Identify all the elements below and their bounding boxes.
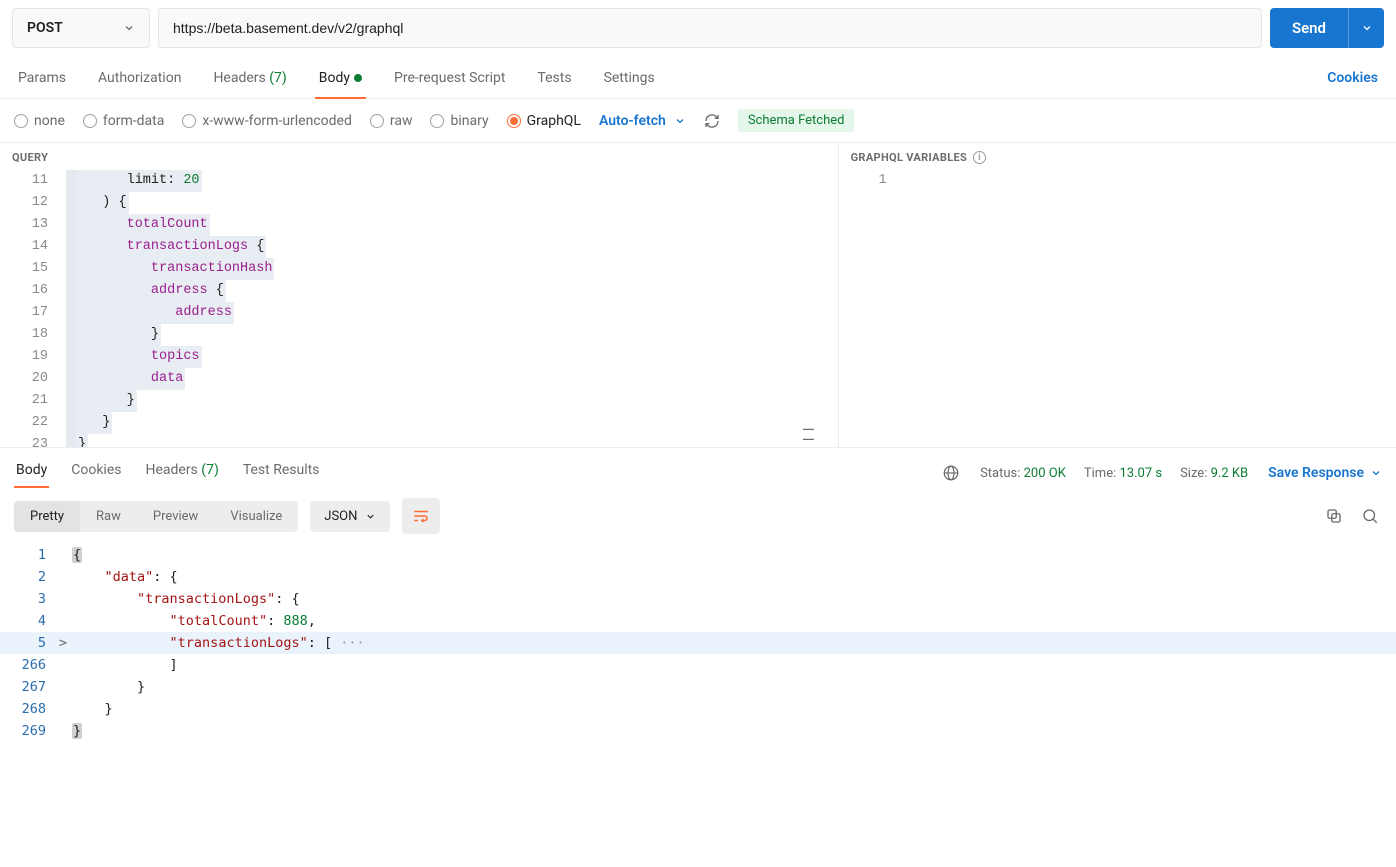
wrap-lines-button[interactable] <box>402 498 440 534</box>
body-type-binary[interactable]: binary <box>430 113 488 129</box>
graphql-editor-wrap: QUERY 11121314151617181920212223 limit: … <box>0 143 1396 448</box>
schema-fetched-badge: Schema Fetched <box>738 109 855 132</box>
body-type-urlencoded[interactable]: x-www-form-urlencoded <box>182 113 352 129</box>
http-method-value: POST <box>27 20 63 36</box>
http-method-select[interactable]: POST <box>12 8 150 48</box>
response-lang-select[interactable]: JSON <box>310 501 390 532</box>
autofetch-toggle[interactable]: Auto-fetch <box>599 113 686 129</box>
size-value: 9.2 KB <box>1211 466 1249 481</box>
send-dropdown-button[interactable] <box>1348 8 1384 48</box>
tab-body-label: Body <box>319 70 350 86</box>
resp-tab-body[interactable]: Body <box>14 458 49 488</box>
variables-pane-title: GRAPHQL VARIABLES <box>851 151 968 164</box>
chevron-down-icon <box>123 22 135 34</box>
request-url-input[interactable] <box>158 8 1262 48</box>
response-tabs: Body Cookies Headers (7) Test Results St… <box>0 448 1396 488</box>
variables-editor[interactable]: 1 <box>839 170 1396 447</box>
view-pretty[interactable]: Pretty <box>14 501 80 532</box>
query-editor[interactable]: 11121314151617181920212223 limit: 20 ) {… <box>0 170 838 447</box>
resp-tab-headers[interactable]: Headers (7) <box>143 458 220 488</box>
send-button-label: Send <box>1270 19 1348 37</box>
chevron-down-icon <box>365 511 376 522</box>
query-pane-title: QUERY <box>0 143 838 170</box>
body-modified-dot <box>354 74 362 82</box>
view-preview[interactable]: Preview <box>137 501 214 532</box>
tab-tests[interactable]: Tests <box>533 60 575 98</box>
send-button[interactable]: Send <box>1270 8 1384 48</box>
tab-body[interactable]: Body <box>315 60 366 98</box>
response-view-segment: Pretty Raw Preview Visualize <box>14 501 298 532</box>
tab-headers[interactable]: Headers (7) <box>209 60 290 98</box>
body-type-raw[interactable]: raw <box>370 113 413 129</box>
tab-settings[interactable]: Settings <box>600 60 659 98</box>
tab-headers-label: Headers <box>213 70 265 86</box>
tab-headers-count: (7) <box>269 70 287 86</box>
body-type-none[interactable]: none <box>14 113 65 129</box>
resp-tab-test-results[interactable]: Test Results <box>241 458 322 488</box>
request-bar: POST Send <box>0 0 1396 56</box>
body-type-graphql[interactable]: GraphQL <box>507 113 581 129</box>
query-pane: QUERY 11121314151617181920212223 limit: … <box>0 143 838 447</box>
save-response-button[interactable]: Save Response <box>1268 465 1382 481</box>
response-format-row: Pretty Raw Preview Visualize JSON <box>0 488 1396 544</box>
globe-icon[interactable] <box>942 464 960 482</box>
body-type-form-data[interactable]: form-data <box>83 113 164 129</box>
request-tabs: Params Authorization Headers (7) Body Pr… <box>0 56 1396 99</box>
view-raw[interactable]: Raw <box>80 501 137 532</box>
variables-pane: GRAPHQL VARIABLES i 1 <box>838 143 1396 447</box>
cookies-link[interactable]: Cookies <box>1323 60 1382 98</box>
chevron-down-icon <box>1370 467 1382 479</box>
time-value: 13.07 s <box>1119 466 1162 481</box>
refresh-icon[interactable] <box>704 113 720 129</box>
search-icon[interactable] <box>1358 504 1382 528</box>
status-value: 200 OK <box>1024 466 1066 481</box>
tab-params[interactable]: Params <box>14 60 70 98</box>
resp-tab-cookies[interactable]: Cookies <box>69 458 123 488</box>
view-visualize[interactable]: Visualize <box>214 501 298 532</box>
response-body-editor[interactable]: 1{2 "data": {3 "transactionLogs": {4 "to… <box>0 544 1396 742</box>
tab-prerequest[interactable]: Pre-request Script <box>390 60 509 98</box>
body-type-row: none form-data x-www-form-urlencoded raw… <box>0 99 1396 143</box>
copy-icon[interactable] <box>1322 504 1346 528</box>
tab-authorization[interactable]: Authorization <box>94 60 185 98</box>
chevron-down-icon <box>674 115 686 127</box>
response-status-meta: Status: 200 OK Time: 13.07 s Size: 9.2 K… <box>980 466 1248 481</box>
pane-collapse-icon[interactable]: —— <box>803 425 812 445</box>
info-icon[interactable]: i <box>973 151 986 164</box>
